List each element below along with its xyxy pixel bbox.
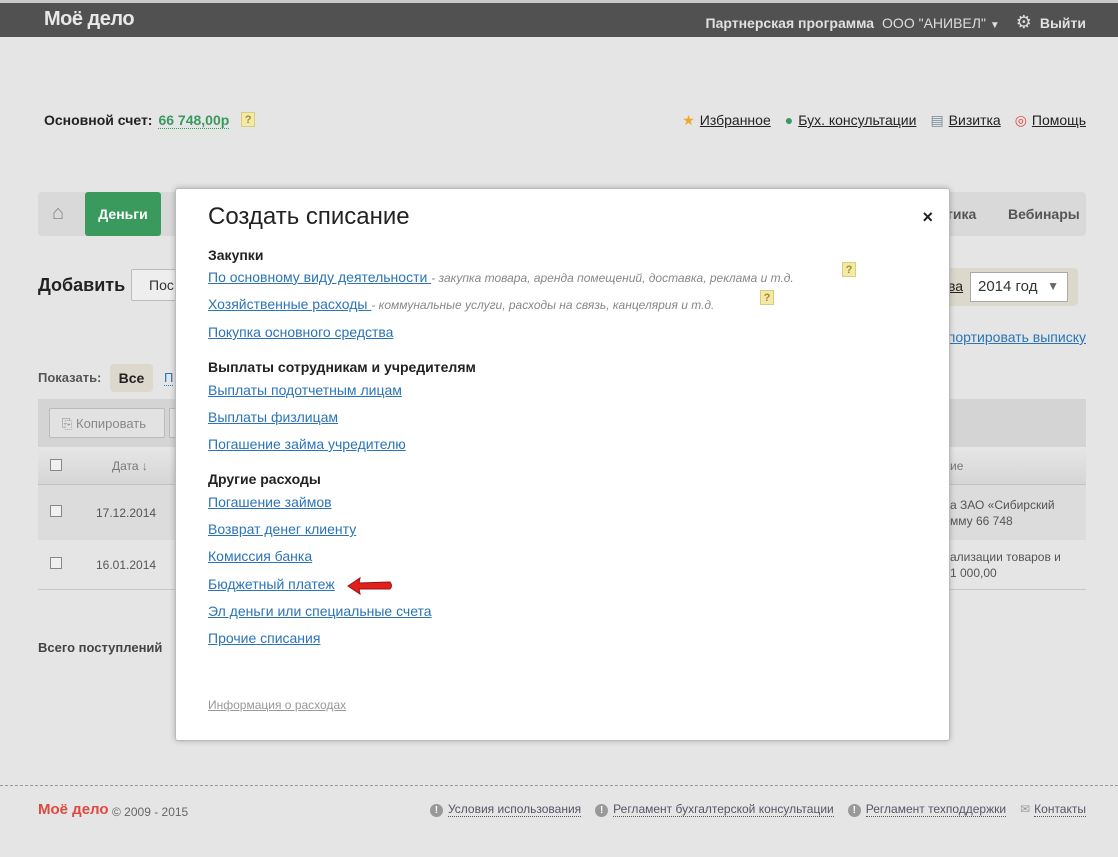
help-icon[interactable]: ? bbox=[241, 112, 256, 127]
filter-other[interactable]: П bbox=[164, 370, 174, 386]
favorites-link[interactable]: ★ Избранное bbox=[682, 112, 771, 129]
date-column-header[interactable]: Дата ↓ bbox=[112, 459, 148, 473]
nav-webinars[interactable]: Вебинары bbox=[1008, 206, 1080, 222]
create-expense-modal: Создать списание × Закупки По основному … bbox=[175, 188, 950, 741]
chevron-down-icon: ▼ bbox=[989, 19, 1000, 31]
question-circle-icon: ● bbox=[784, 112, 794, 128]
company-selector[interactable]: ООО "АНИВЕЛ" ▼ bbox=[882, 15, 1000, 31]
info-icon: ! bbox=[429, 804, 443, 817]
row-date: 17.12.2014 bbox=[96, 506, 157, 520]
logout-button[interactable]: Выйти bbox=[1040, 15, 1086, 31]
copy-icon: ⎘ bbox=[62, 416, 73, 431]
support-rules-label: Регламент техподдержки bbox=[865, 802, 1007, 817]
help-label: Помощь bbox=[1031, 112, 1086, 128]
section-payments: Выплаты сотрудникам и учредителям bbox=[208, 359, 476, 375]
row-checkbox[interactable] bbox=[50, 557, 62, 569]
link-household-expenses[interactable]: Хозяйственные расходы - коммунальные усл… bbox=[208, 296, 714, 312]
link-other-writeoffs[interactable]: Прочие списания bbox=[208, 630, 320, 646]
link-loan-repayment[interactable]: Погашение займов bbox=[208, 494, 332, 510]
card-icon: ▤ bbox=[930, 112, 944, 128]
row-description: ализации товаров и bbox=[950, 550, 1061, 564]
close-icon[interactable]: × bbox=[922, 207, 933, 228]
nav-money[interactable]: Деньги bbox=[85, 192, 161, 236]
link-main-activity[interactable]: По основному виду деятельности - закупка… bbox=[208, 269, 794, 285]
import-statement-link[interactable]: портировать выписку bbox=[948, 329, 1086, 345]
main-account: Основной счет: 66 748,00р ? bbox=[44, 112, 256, 129]
partner-program-link[interactable]: Партнерская программа bbox=[706, 15, 875, 31]
terms-label: Условия использования bbox=[447, 802, 582, 817]
section-other: Другие расходы bbox=[208, 471, 321, 487]
row-description: мму 66 748 bbox=[950, 514, 1013, 528]
lifebuoy-icon: ◎ bbox=[1014, 112, 1027, 128]
consult-rules-label: Регламент бухгалтерской консультации bbox=[613, 802, 834, 817]
filter-label: Показать: bbox=[38, 370, 102, 385]
help-icon[interactable]: ? bbox=[760, 290, 774, 305]
link-budget-payment[interactable]: Бюджетный платеж bbox=[208, 576, 335, 592]
copyright: © 2009 - 2015 bbox=[112, 805, 189, 819]
link-client-refund[interactable]: Возврат денег клиенту bbox=[208, 521, 356, 537]
terms-link[interactable]: ! Условия использования bbox=[429, 802, 582, 817]
description-column-header: ие bbox=[950, 459, 964, 473]
total-label: Всего поступлений bbox=[38, 640, 163, 655]
envelope-icon: ✉ bbox=[1020, 802, 1031, 816]
footer-logo: Моё дело bbox=[38, 801, 109, 818]
business-card-link[interactable]: ▤ Визитка bbox=[930, 112, 1000, 129]
copy-button[interactable]: ⎘ Копировать bbox=[49, 408, 165, 438]
consult-rules-link[interactable]: ! Регламент бухгалтерской консультации bbox=[595, 802, 834, 817]
period-link[interactable]: ва bbox=[948, 278, 963, 294]
year-value: 2014 год bbox=[978, 278, 1038, 295]
red-arrow-annotation bbox=[347, 576, 392, 596]
help-icon[interactable]: ? bbox=[842, 262, 856, 277]
expense-info-link[interactable]: Информация о расходах bbox=[208, 698, 346, 712]
section-purchases: Закупки bbox=[208, 247, 264, 263]
card-label: Визитка bbox=[948, 112, 1001, 128]
link-hint: - коммунальные услуги, расходы на связь,… bbox=[371, 298, 715, 312]
account-amount[interactable]: 66 748,00р bbox=[158, 112, 230, 129]
link-hint: - закупка товара, аренда помещений, дост… bbox=[431, 271, 794, 285]
link-fixed-asset[interactable]: Покупка основного средства bbox=[208, 324, 393, 340]
top-links: ★ Избранное ● Бух. консультации ▤ Визитка ◎… bbox=[682, 112, 1086, 129]
consult-link[interactable]: ● Бух. консультации bbox=[785, 112, 917, 129]
top-header: Моё дело Партнерская программа ООО "АНИВ… bbox=[0, 3, 1118, 37]
copy-label: Копировать bbox=[76, 416, 147, 431]
contacts-link[interactable]: ✉ Контакты bbox=[1020, 802, 1086, 817]
home-icon[interactable]: ⌂ bbox=[52, 202, 64, 225]
company-name: ООО "АНИВЕЛ" bbox=[882, 14, 986, 31]
filter-all[interactable]: Все bbox=[110, 364, 153, 392]
favorites-label: Избранное bbox=[699, 112, 771, 128]
select-all-checkbox[interactable] bbox=[50, 459, 62, 471]
row-description: а ЗАО «Сибирский bbox=[950, 498, 1055, 512]
logo[interactable]: Моё дело bbox=[44, 8, 135, 31]
footer-divider bbox=[0, 785, 1118, 786]
gear-icon[interactable]: ⚙ bbox=[1016, 12, 1032, 33]
account-label: Основной счет: bbox=[44, 112, 153, 128]
chevron-down-icon: ▼ bbox=[1047, 279, 1059, 293]
link-bank-fee[interactable]: Комиссия банка bbox=[208, 548, 312, 564]
footer-links: ! Условия использования ! Регламент бухгал… bbox=[429, 802, 1086, 817]
row-date: 16.01.2014 bbox=[96, 558, 157, 572]
info-icon: ! bbox=[847, 804, 861, 817]
star-icon: ★ bbox=[682, 112, 695, 128]
add-label: Добавить bbox=[38, 275, 126, 295]
link-e-money[interactable]: Эл деньги или специальные счета bbox=[208, 603, 432, 619]
row-checkbox[interactable] bbox=[50, 505, 62, 517]
link-accountable-persons[interactable]: Выплаты подотчетным лицам bbox=[208, 382, 402, 398]
support-rules-link[interactable]: ! Регламент техподдержки bbox=[847, 802, 1007, 817]
link-founder-loan[interactable]: Погашение займа учредителю bbox=[208, 436, 406, 452]
nav-analytics[interactable]: тика bbox=[946, 206, 976, 222]
link-individuals[interactable]: Выплаты физлицам bbox=[208, 409, 338, 425]
row-description: 1 000,00 bbox=[950, 566, 997, 580]
link-label: По основному виду деятельности bbox=[208, 269, 428, 285]
modal-title: Создать списание bbox=[208, 203, 410, 230]
link-label: Хозяйственные расходы bbox=[208, 296, 368, 312]
help-link[interactable]: ◎ Помощь bbox=[1015, 112, 1086, 129]
contacts-label: Контакты bbox=[1034, 802, 1086, 817]
consult-label: Бух. консультации bbox=[798, 112, 917, 128]
info-icon: ! bbox=[595, 804, 609, 817]
year-select[interactable]: 2014 год ▼ bbox=[970, 272, 1068, 302]
